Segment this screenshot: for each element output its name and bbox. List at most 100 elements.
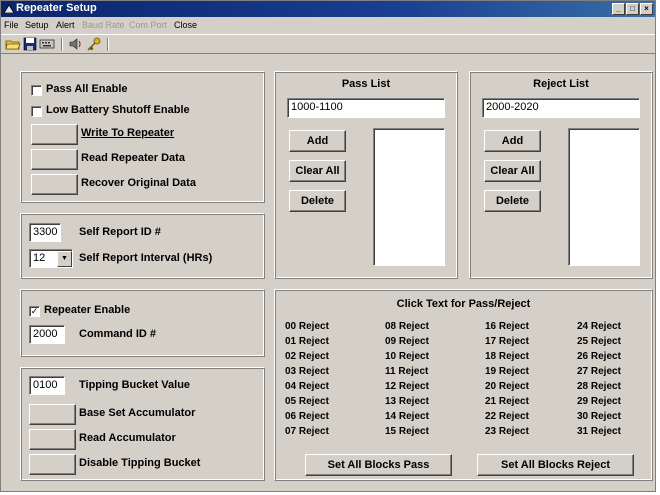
speaker-icon[interactable] bbox=[68, 37, 84, 51]
block-toggle[interactable]: 11 Reject bbox=[385, 366, 428, 377]
base-set-accumulator-button[interactable] bbox=[29, 404, 76, 425]
pass-list-box[interactable] bbox=[373, 128, 445, 266]
block-toggle[interactable]: 22 Reject bbox=[485, 411, 529, 422]
toolbar-separator bbox=[61, 38, 63, 51]
key-icon[interactable] bbox=[86, 37, 102, 51]
block-toggle[interactable]: 23 Reject bbox=[485, 426, 529, 437]
repeater-enable-checkbox[interactable]: ✓ bbox=[29, 306, 40, 317]
reject-list-input[interactable]: 2000-2020 bbox=[482, 98, 640, 118]
block-toggle[interactable]: 08 Reject bbox=[385, 321, 429, 332]
tipping-bucket-value-label: Tipping Bucket Value bbox=[79, 379, 191, 391]
set-all-blocks-pass-button[interactable]: Set All Blocks Pass bbox=[305, 454, 452, 476]
block-toggle[interactable]: 03 Reject bbox=[285, 366, 329, 377]
disable-tipping-bucket-button[interactable] bbox=[29, 454, 76, 475]
block-toggle[interactable]: 16 Reject bbox=[485, 321, 529, 332]
window-controls: _ □ × bbox=[612, 3, 653, 15]
self-report-interval-label: Self Report Interval (HRs) bbox=[79, 252, 213, 264]
reject-clear-all-button[interactable]: Clear All bbox=[484, 160, 541, 182]
block-toggle[interactable]: 06 Reject bbox=[285, 411, 329, 422]
block-toggle[interactable]: 21 Reject bbox=[485, 396, 529, 407]
recover-original-data-button[interactable] bbox=[31, 174, 78, 195]
menu-bar: File Setup Alert Baud Rate Com Port Clos… bbox=[1, 18, 655, 33]
reject-add-button[interactable]: Add bbox=[484, 130, 541, 152]
read-repeater-data-button[interactable] bbox=[31, 149, 78, 170]
pass-all-label[interactable]: Pass All Enable bbox=[46, 83, 128, 95]
disable-tipping-bucket-label: Disable Tipping Bucket bbox=[79, 457, 201, 469]
write-to-repeater-label: Write To Repeater bbox=[81, 127, 175, 139]
repeater-enable-label[interactable]: Repeater Enable bbox=[44, 304, 130, 316]
reject-list-box[interactable] bbox=[568, 128, 640, 266]
block-toggle[interactable]: 31 Reject bbox=[577, 426, 621, 437]
menu-setup[interactable]: Setup bbox=[25, 20, 49, 30]
block-toggle[interactable]: 19 Reject bbox=[485, 366, 529, 377]
read-accumulator-button[interactable] bbox=[29, 429, 76, 450]
pass-list-panel: Pass List 1000-1100 Add Clear All Delete bbox=[274, 71, 458, 279]
write-to-repeater-button[interactable] bbox=[31, 124, 78, 145]
reject-delete-button[interactable]: Delete bbox=[484, 190, 541, 212]
menu-close[interactable]: Close bbox=[174, 20, 197, 30]
pass-all-checkbox[interactable] bbox=[31, 85, 42, 96]
toolbar bbox=[1, 34, 655, 54]
self-report-id-input[interactable]: 3300 bbox=[29, 223, 61, 242]
block-toggle[interactable]: 28 Reject bbox=[577, 381, 621, 392]
recover-original-data-label: Recover Original Data bbox=[81, 177, 196, 189]
keyboard-icon[interactable] bbox=[39, 37, 55, 51]
antenna-icon bbox=[4, 4, 14, 13]
tipping-bucket-panel: 0100 Tipping Bucket Value Base Set Accum… bbox=[20, 367, 265, 481]
block-toggle[interactable]: 24 Reject bbox=[577, 321, 621, 332]
reject-list-panel: Reject List 2000-2020 Add Clear All Dele… bbox=[469, 71, 653, 279]
block-toggle[interactable]: 12 Reject bbox=[385, 381, 429, 392]
block-toggle[interactable]: 04 Reject bbox=[285, 381, 329, 392]
blocks-title: Click Text for Pass/Reject bbox=[396, 298, 531, 310]
block-toggle[interactable]: 20 Reject bbox=[485, 381, 529, 392]
chevron-down-icon[interactable]: ▼ bbox=[57, 251, 72, 267]
read-accumulator-label: Read Accumulator bbox=[79, 432, 176, 444]
base-set-accumulator-label: Base Set Accumulator bbox=[79, 407, 196, 419]
open-folder-icon[interactable] bbox=[5, 37, 21, 51]
block-toggle[interactable]: 29 Reject bbox=[577, 396, 621, 407]
block-toggle[interactable]: 17 Reject bbox=[485, 336, 529, 347]
block-toggle[interactable]: 18 Reject bbox=[485, 351, 529, 362]
menu-baud-rate: Baud Rate bbox=[82, 20, 125, 30]
block-toggle[interactable]: 09 Reject bbox=[385, 336, 429, 347]
self-report-interval-value: 12 bbox=[33, 252, 46, 264]
low-battery-checkbox[interactable] bbox=[31, 106, 42, 117]
block-toggle[interactable]: 05 Reject bbox=[285, 396, 329, 407]
block-toggle[interactable]: 07 Reject bbox=[285, 426, 329, 437]
block-toggle[interactable]: 26 Reject bbox=[577, 351, 621, 362]
block-toggle[interactable]: 15 Reject bbox=[385, 426, 429, 437]
self-report-id-label: Self Report ID # bbox=[79, 226, 161, 238]
close-window-button[interactable]: × bbox=[640, 3, 653, 15]
block-toggle[interactable]: 27 Reject bbox=[577, 366, 621, 377]
command-id-input[interactable]: 2000 bbox=[29, 325, 65, 344]
block-toggle[interactable]: 10 Reject bbox=[385, 351, 429, 362]
pass-clear-all-button[interactable]: Clear All bbox=[289, 160, 346, 182]
toolbar-separator bbox=[107, 38, 109, 51]
command-id-label: Command ID # bbox=[79, 328, 157, 340]
block-toggle[interactable]: 14 Reject bbox=[385, 411, 429, 422]
menu-alert[interactable]: Alert bbox=[56, 20, 75, 30]
low-battery-label[interactable]: Low Battery Shutoff Enable bbox=[46, 104, 190, 116]
tipping-bucket-value-input[interactable]: 0100 bbox=[29, 376, 65, 395]
save-disk-icon[interactable] bbox=[22, 37, 38, 51]
block-toggle[interactable]: 30 Reject bbox=[577, 411, 621, 422]
block-toggle[interactable]: 13 Reject bbox=[385, 396, 429, 407]
maximize-button[interactable]: □ bbox=[626, 3, 639, 15]
set-all-blocks-reject-button[interactable]: Set All Blocks Reject bbox=[477, 454, 634, 476]
block-toggle[interactable]: 01 Reject bbox=[285, 336, 329, 347]
menu-com-port: Com Port bbox=[129, 20, 168, 30]
self-report-panel: 3300 Self Report ID # 12 ▼ Self Report I… bbox=[20, 213, 265, 279]
minimize-button[interactable]: _ bbox=[612, 3, 625, 15]
pass-list-input[interactable]: 1000-1100 bbox=[287, 98, 445, 118]
menu-file[interactable]: File bbox=[4, 20, 19, 30]
pass-list-title: Pass List bbox=[341, 78, 391, 90]
block-toggle[interactable]: 00 Reject bbox=[285, 321, 329, 332]
repeater-enable-panel: ✓ Repeater Enable 2000 Command ID # bbox=[20, 289, 265, 357]
pass-delete-button[interactable]: Delete bbox=[289, 190, 346, 212]
read-repeater-data-label: Read Repeater Data bbox=[81, 152, 185, 164]
block-toggle[interactable]: 02 Reject bbox=[285, 351, 329, 362]
general-settings-panel: Pass All Enable Low Battery Shutoff Enab… bbox=[20, 71, 265, 203]
pass-add-button[interactable]: Add bbox=[289, 130, 346, 152]
block-toggle[interactable]: 25 Reject bbox=[577, 336, 621, 347]
title-bar[interactable]: Repeater Setup _ □ × bbox=[1, 1, 655, 17]
